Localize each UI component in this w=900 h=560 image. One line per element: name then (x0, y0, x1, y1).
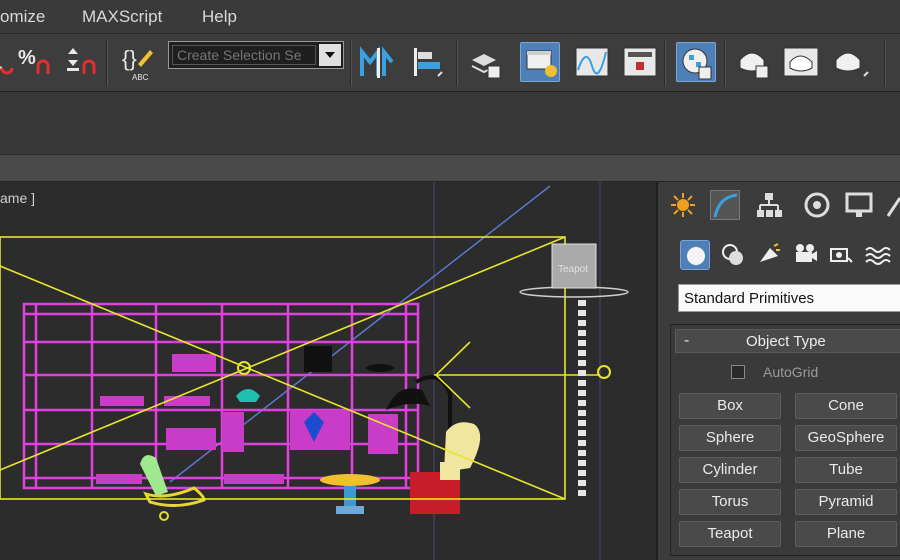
shelf-vase (236, 389, 260, 402)
torus-button[interactable]: Torus (679, 489, 781, 515)
category-dropdown[interactable]: Standard Primitives (678, 284, 900, 312)
scene-explorer-icon[interactable] (520, 42, 560, 82)
display-tab[interactable] (844, 190, 874, 220)
small-object (366, 364, 394, 372)
rollout-header[interactable]: - Object Type (675, 329, 900, 353)
schematic-view-icon[interactable] (620, 42, 660, 82)
curve-editor-icon[interactable] (572, 42, 612, 82)
svg-text:{}: {} (122, 46, 137, 71)
toolbar-separator (724, 40, 726, 86)
selection-set-input[interactable] (172, 45, 316, 65)
collapse-icon[interactable]: - (684, 332, 689, 350)
autogrid-label: AutoGrid (763, 364, 819, 380)
viewport-scene: Teapot (0, 182, 629, 560)
render-setup-icon[interactable] (734, 42, 774, 82)
utilities-tab[interactable] (886, 190, 900, 220)
plane-button[interactable]: Plane (795, 521, 897, 547)
space-warps-icon[interactable] (862, 240, 892, 270)
object-type-rollout: - Object Type AutoGrid Box Cone Sphere G… (670, 324, 900, 556)
menu-help[interactable]: Help (202, 7, 237, 27)
toolbar-separator (884, 40, 886, 86)
geometry-icon[interactable] (680, 240, 710, 270)
svg-text:%: % (18, 47, 36, 69)
modify-tab[interactable] (710, 190, 740, 220)
lights-icon[interactable] (754, 240, 784, 270)
box-button[interactable]: Box (679, 393, 781, 419)
command-panel: Standard Primitives - Object Type AutoGr… (656, 182, 900, 560)
hierarchy-tab[interactable] (754, 190, 784, 220)
pyramid-button[interactable]: Pyramid (795, 489, 897, 515)
motion-tab[interactable] (802, 190, 832, 220)
menu-bar: omize MAXScript Help (0, 0, 900, 34)
teapot-button[interactable]: Teapot (679, 521, 781, 547)
menu-maxscript[interactable]: MAXScript (82, 7, 162, 27)
main-toolbar: % {} ABC (0, 34, 900, 92)
speaker-box (304, 346, 332, 372)
snap-icon[interactable] (0, 42, 14, 82)
rollout-title: Object Type (746, 333, 826, 350)
rendered-frame-window-icon[interactable] (782, 42, 822, 82)
material-editor-icon[interactable] (676, 42, 716, 82)
bookshelf-wireframe (22, 302, 420, 490)
cylinder-button[interactable]: Cylinder (679, 457, 781, 483)
helpers-icon[interactable] (826, 240, 856, 270)
right-armchair (410, 422, 481, 514)
selection-set-dropdown[interactable] (168, 41, 344, 69)
spinner-snap-icon[interactable] (62, 42, 102, 82)
mirror-icon[interactable] (358, 42, 398, 82)
coffee-table (320, 474, 380, 514)
shapes-icon[interactable] (718, 240, 748, 270)
viewport[interactable]: ame ] Teapot (0, 182, 656, 560)
align-icon[interactable] (408, 42, 448, 82)
ribbon-area (0, 92, 900, 154)
svg-text:ABC: ABC (132, 73, 149, 82)
cameras-icon[interactable] (790, 240, 820, 270)
percent-snap-icon[interactable]: % (16, 42, 56, 82)
cone-button[interactable]: Cone (795, 393, 897, 419)
camera-frustum (0, 236, 600, 500)
sphere-button[interactable]: Sphere (679, 425, 781, 451)
layer-explorer-icon[interactable] (466, 42, 506, 82)
render-production-icon[interactable] (830, 42, 870, 82)
toolbar-separator (106, 40, 108, 86)
viewport-layout-strip (0, 154, 900, 182)
edit-named-selections-icon[interactable]: {} ABC (118, 42, 158, 82)
toolbar-separator (350, 40, 352, 86)
camera-tag: Teapot (558, 264, 588, 275)
tube-button[interactable]: Tube (795, 457, 897, 483)
camera-object: Teapot (519, 243, 629, 500)
toolbar-separator (664, 40, 666, 86)
menu-customize[interactable]: omize (0, 7, 45, 27)
app-window: omize MAXScript Help % {} ABC Create Sel… (0, 0, 900, 560)
toolbar-separator (456, 40, 458, 86)
geosphere-button[interactable]: GeoSphere (795, 425, 897, 451)
create-tab[interactable] (668, 190, 698, 220)
chevron-down-icon[interactable] (319, 44, 341, 66)
autogrid-checkbox[interactable] (731, 365, 745, 379)
